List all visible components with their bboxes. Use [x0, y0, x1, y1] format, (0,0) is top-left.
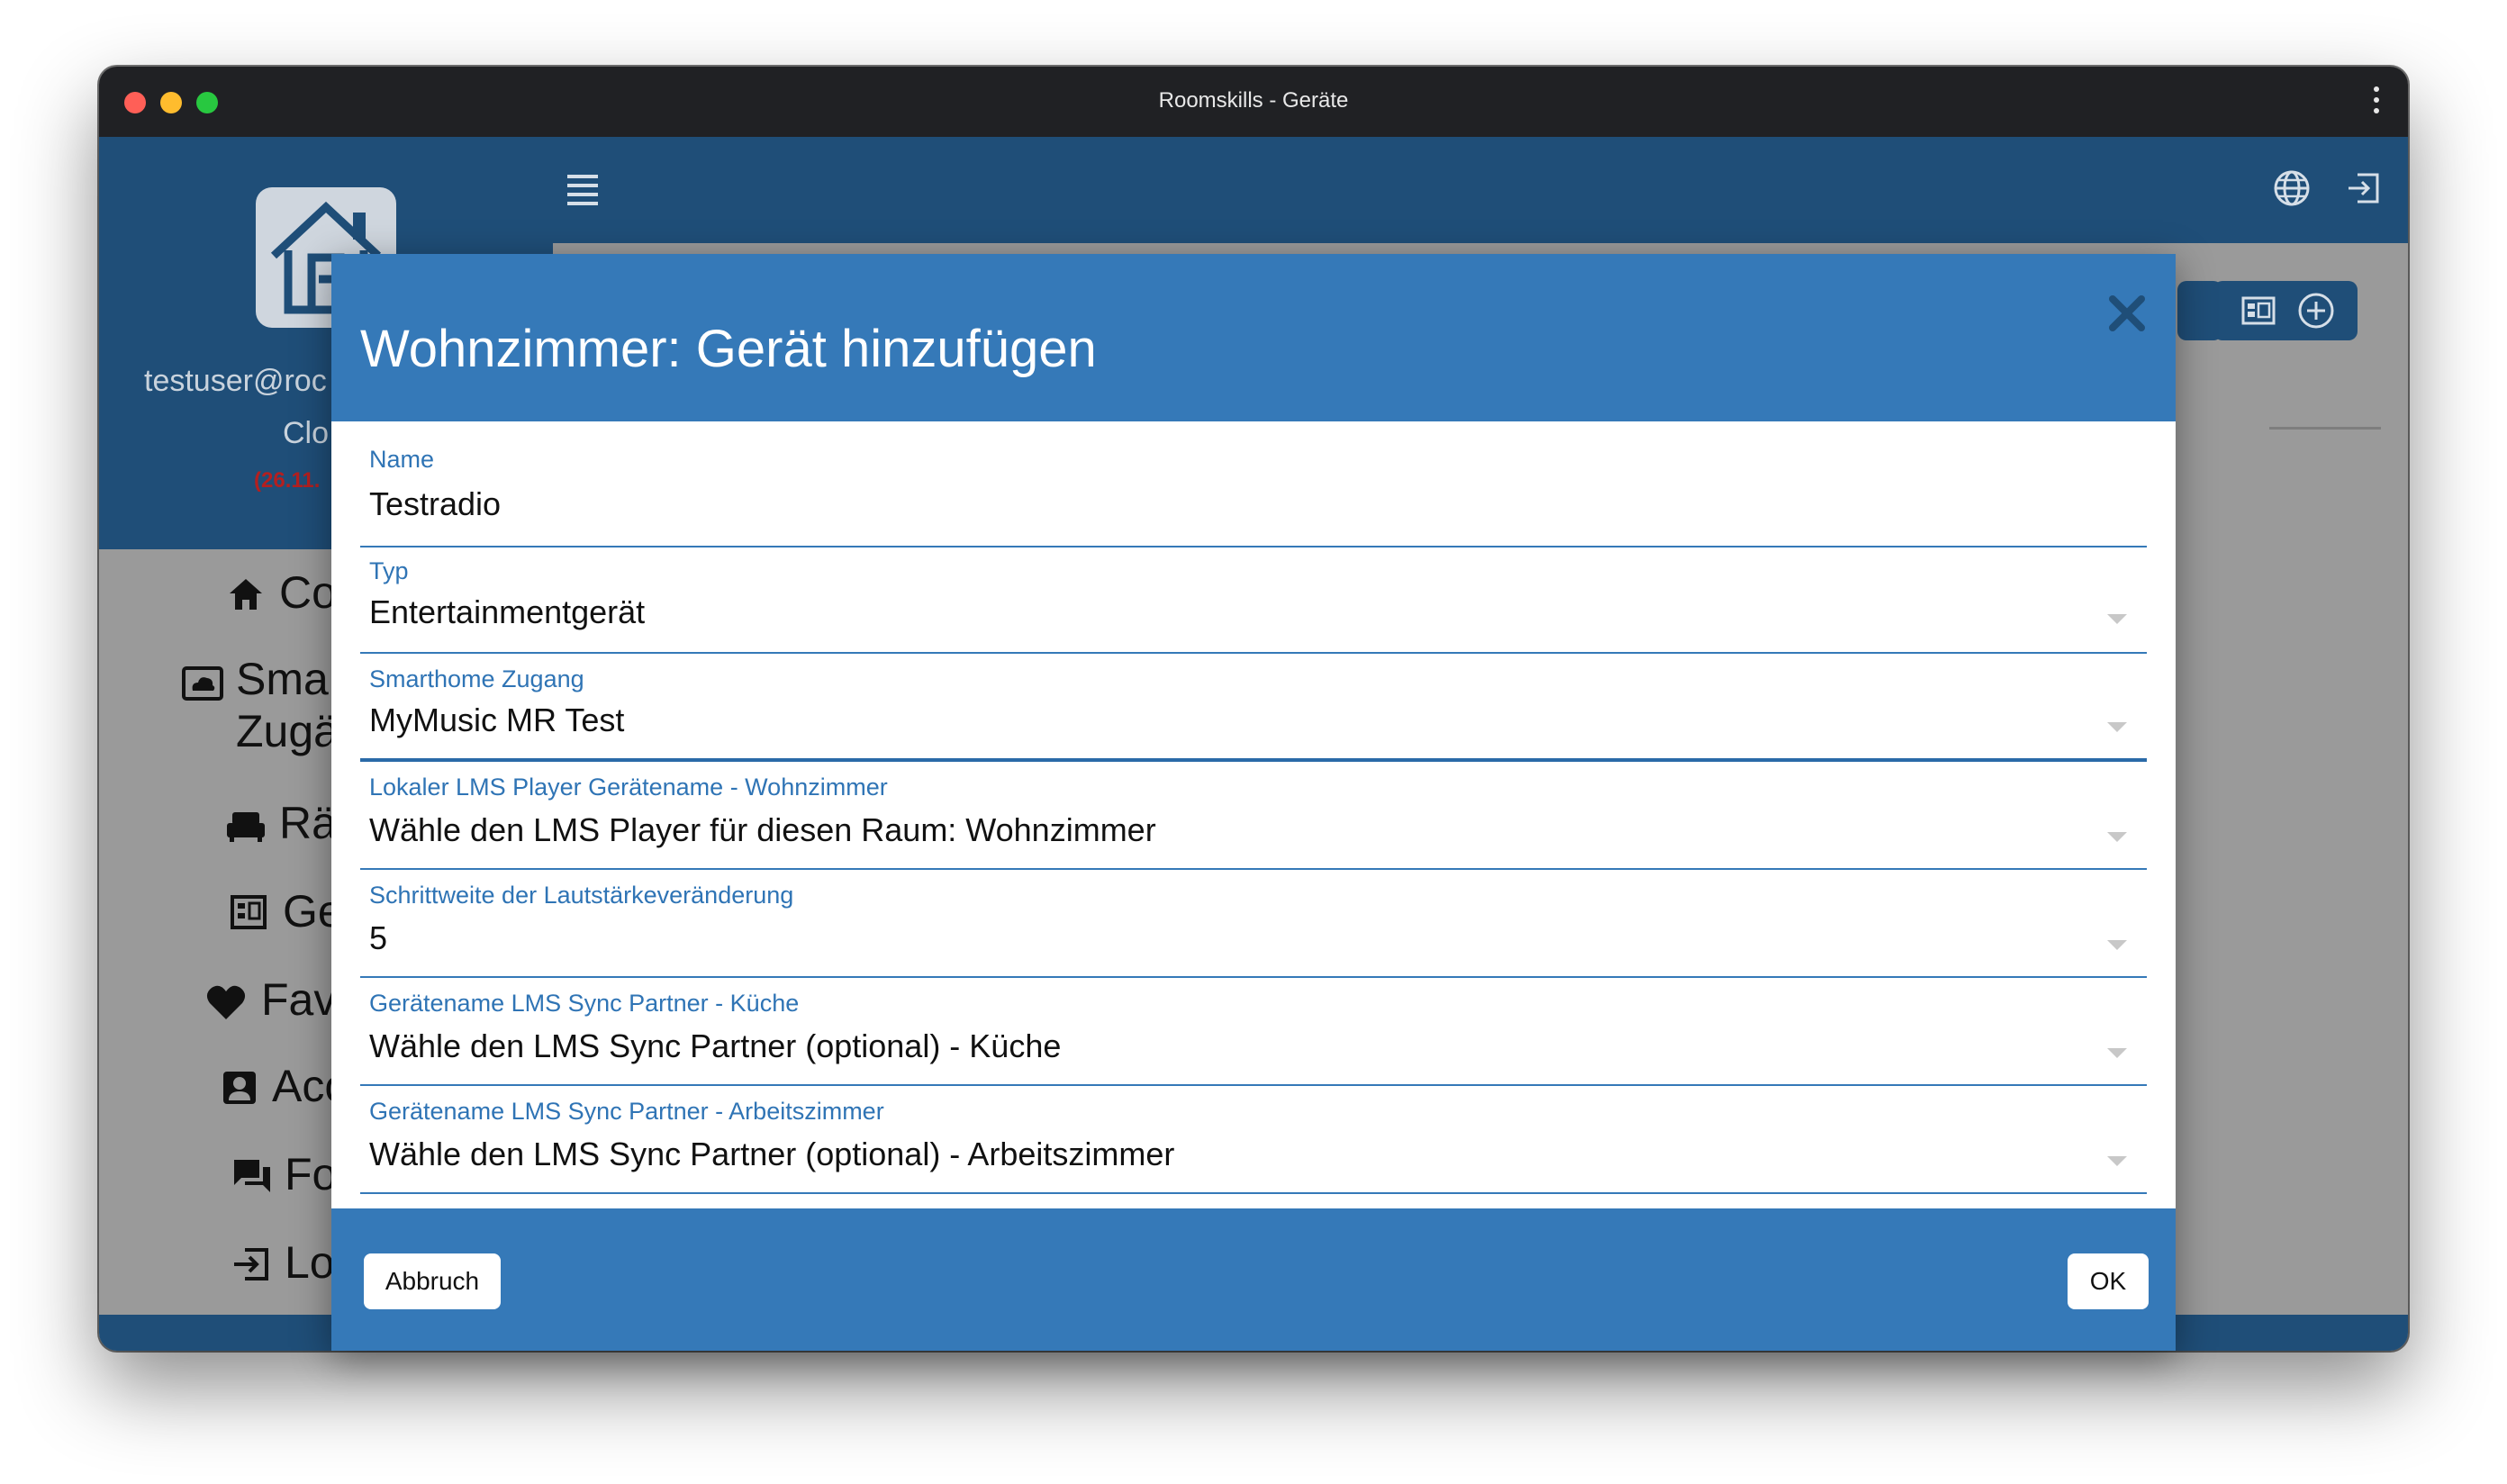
- window-title: Roomskills - Geräte: [1158, 88, 1349, 113]
- user-cloud: Clo: [283, 416, 330, 450]
- ok-button[interactable]: OK: [2068, 1253, 2149, 1309]
- chevron-down-icon: [2107, 722, 2127, 732]
- smarthome-access-select[interactable]: Smarthome Zugang MyMusic MR Test: [360, 665, 2147, 764]
- more-options-icon[interactable]: [2374, 86, 2381, 119]
- menu-icon[interactable]: [567, 175, 598, 211]
- field-underline: [360, 1192, 2147, 1194]
- type-value: Entertainmentgerät: [369, 593, 646, 630]
- volume-step-label: Schrittweite der Lautstärkeveränderung: [369, 882, 794, 909]
- smarthome-access-label: Smarthome Zugang: [369, 665, 584, 692]
- cancel-button[interactable]: Abbruch: [364, 1253, 501, 1309]
- devices-icon: [231, 895, 267, 929]
- add-circle-icon: [2298, 293, 2334, 329]
- type-label: Typ: [369, 557, 409, 584]
- lms-player-value: Wähle den LMS Player für diesen Raum: Wo…: [369, 811, 1156, 848]
- sofa-icon: [227, 812, 265, 842]
- logout-icon[interactable]: [2345, 169, 2383, 207]
- close-icon[interactable]: [2105, 292, 2149, 335]
- type-select[interactable]: Typ Entertainmentgerät: [360, 556, 2147, 656]
- lms-player-select[interactable]: Lokaler LMS Player Gerätename - Wohnzimm…: [360, 773, 2147, 872]
- sync-partner-kitchen-value: Wähle den LMS Sync Partner (optional) - …: [369, 1027, 1062, 1064]
- volume-step-select[interactable]: Schrittweite der Lautstärkeveränderung 5: [360, 881, 2147, 980]
- sync-partner-office-select[interactable]: Gerätename LMS Sync Partner - Arbeitszim…: [360, 1097, 2147, 1196]
- lms-player-label: Lokaler LMS Player Gerätename - Wohnzimm…: [369, 774, 888, 801]
- sidebar-item-forum[interactable]: Fo: [285, 1149, 337, 1199]
- field-underline: [360, 546, 2147, 547]
- chevron-down-icon: [2107, 614, 2127, 624]
- name-value: Testradio: [369, 485, 502, 522]
- sidebar-item-smarthome[interactable]: Sma: [236, 654, 329, 704]
- sync-partner-office-label: Gerätename LMS Sync Partner - Arbeitszim…: [369, 1098, 884, 1125]
- chevron-down-icon: [2107, 1156, 2127, 1166]
- smarthome-access-value: MyMusic MR Test: [369, 701, 625, 738]
- chevron-down-icon: [2107, 940, 2127, 950]
- chevron-down-icon: [2107, 1048, 2127, 1058]
- name-label: Name: [369, 446, 435, 473]
- add-device-dialog: Wohnzimmer: Gerät hinzufügen Name Testra…: [331, 254, 2176, 1351]
- sync-partner-kitchen-select[interactable]: Gerätename LMS Sync Partner - Küche Wähl…: [360, 989, 2147, 1088]
- sidebar-item-rooms[interactable]: Rä: [279, 798, 337, 848]
- sidebar-item-home[interactable]: Co: [279, 567, 337, 618]
- sync-partner-kitchen-label: Gerätename LMS Sync Partner - Küche: [369, 990, 800, 1017]
- window-titlebar: Roomskills - Geräte: [99, 67, 2408, 137]
- add-device-button[interactable]: [2213, 281, 2358, 340]
- sidebar-item-smarthome-line2[interactable]: Zugä: [236, 706, 339, 756]
- user-email: testuser@roc: [144, 364, 327, 398]
- user-date: (26.11.: [254, 468, 321, 493]
- logout-icon: [234, 1248, 268, 1280]
- field-underline: [360, 1084, 2147, 1086]
- dialog-title: Wohnzimmer: Gerät hinzufügen: [360, 320, 1097, 378]
- field-underline: [360, 976, 2147, 978]
- cloud-icon: [182, 666, 223, 701]
- name-field[interactable]: Name Testradio: [360, 445, 2147, 547]
- heart-icon: [206, 985, 246, 1019]
- chevron-down-icon: [2107, 832, 2127, 842]
- sync-partner-office-value: Wähle den LMS Sync Partner (optional) - …: [369, 1136, 1175, 1172]
- divider: [2269, 427, 2381, 430]
- globe-icon[interactable]: [2273, 169, 2311, 207]
- field-underline: [360, 758, 2147, 762]
- dialog-header: Wohnzimmer: Gerät hinzufügen: [331, 254, 2176, 421]
- sidebar-item-favorites[interactable]: Fav: [261, 974, 336, 1025]
- field-underline: [360, 868, 2147, 870]
- home-icon: [230, 579, 262, 610]
- field-underline: [360, 652, 2147, 654]
- dialog-footer: Abbruch OK: [331, 1208, 2176, 1351]
- volume-step-value: 5: [369, 919, 388, 956]
- forum-icon: [234, 1160, 270, 1192]
- sidebar-item-logout[interactable]: Lo: [285, 1237, 335, 1288]
- account-icon: [223, 1072, 256, 1104]
- devices-icon: [2241, 296, 2276, 325]
